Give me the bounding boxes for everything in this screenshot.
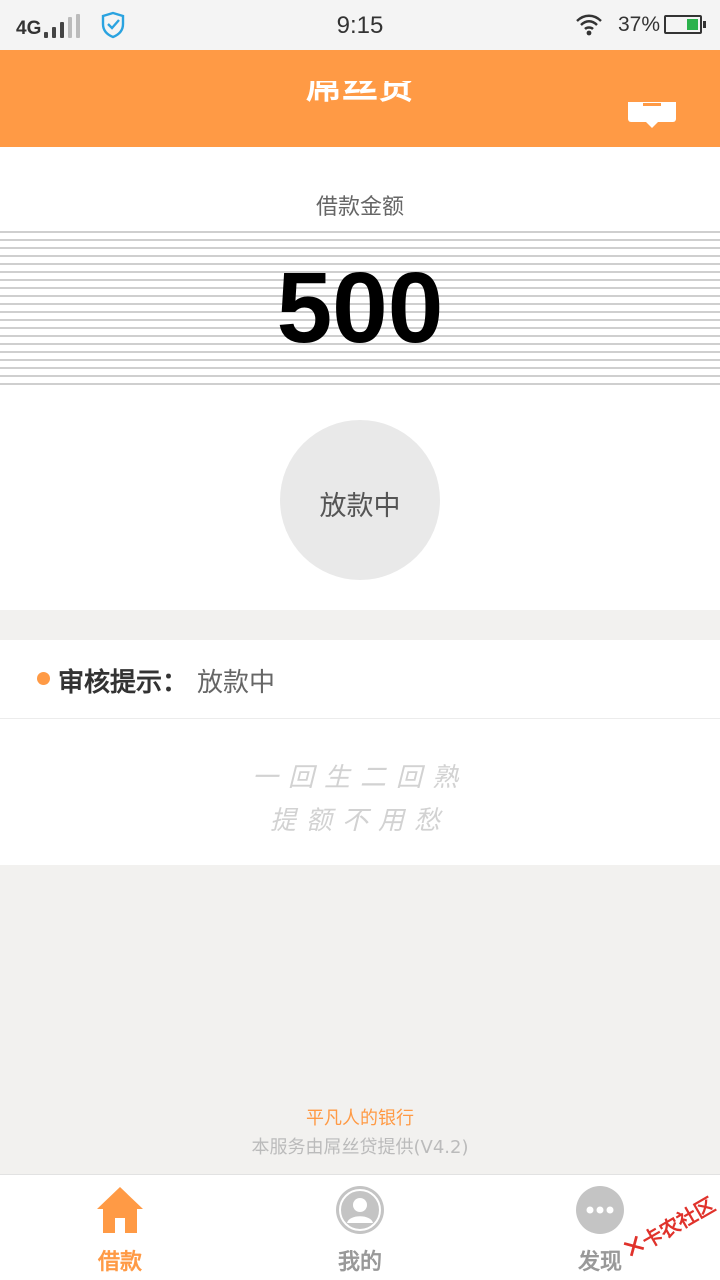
user-icon <box>336 1186 384 1234</box>
watermark-text: 卡农社区 <box>637 1192 720 1254</box>
home-icon <box>97 1187 143 1233</box>
tab-loan[interactable]: 借款 <box>0 1175 240 1280</box>
wifi-icon <box>576 14 602 36</box>
review-value: 放款中 <box>197 668 276 698</box>
page-title: 屌丝贷 <box>0 81 720 111</box>
loan-amount-value: 500 <box>276 252 444 364</box>
tab-mine-label: 我的 <box>337 1250 382 1275</box>
loan-amount-label: 借款金额 <box>315 195 404 220</box>
slogan-line-2: 提额不用愁 <box>269 806 450 836</box>
disbursing-status-button[interactable]: 放款中 <box>280 420 440 580</box>
tab-loan-label: 借款 <box>97 1250 142 1275</box>
status-dot-icon <box>37 672 50 685</box>
app-header: 屌丝贷 <box>0 50 720 147</box>
footer-provider: 本服务由屌丝贷提供(V4.2) <box>251 1137 469 1158</box>
battery-percent: 37% <box>618 13 661 36</box>
battery-icon <box>664 15 706 34</box>
status-button-label: 放款中 <box>319 491 401 522</box>
status-bar: 4G 9:15 37% <box>0 0 720 50</box>
review-label: 审核提示： <box>58 668 189 698</box>
footer-tagline: 平凡人的银行 <box>306 1108 414 1129</box>
page-title-text: 屌丝贷 <box>305 81 414 107</box>
tab-mine[interactable]: 我的 <box>240 1175 480 1280</box>
clock: 9:15 <box>336 12 384 39</box>
review-status-row: 审核提示： 放款中 <box>0 640 720 719</box>
battery-level <box>686 19 698 30</box>
slogan-line-1: 一回生二回熟 <box>251 763 468 793</box>
loan-card: 借款金额 500 放款中 <box>0 147 720 610</box>
message-icon[interactable] <box>628 102 676 128</box>
review-card: 审核提示： 放款中 一回生二回熟 提额不用愁 <box>0 640 720 865</box>
